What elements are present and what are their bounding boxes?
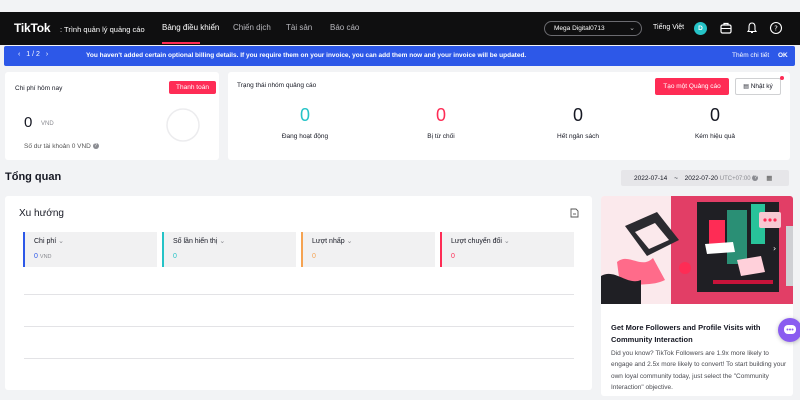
timezone-label: UTC+07:00 <box>719 176 751 182</box>
metric-cost-accent <box>23 232 25 267</box>
chevron-down-icon[interactable]: ⌄ <box>219 238 225 245</box>
metric-clicks-label-text: Lượt nhấp <box>312 238 345 245</box>
promo-card[interactable]: › Get More Followers and Profile Visits … <box>601 196 793 396</box>
account-balance-text: Số dư tài khoản 0 VND <box>24 143 91 150</box>
metric-conversions-accent <box>440 232 442 267</box>
add-details-link[interactable]: Thêm chi tiết <box>732 52 769 59</box>
metric-impressions-accent <box>162 232 164 267</box>
export-icon[interactable] <box>570 208 579 218</box>
stat-underperforming-label: Kém hiệu quả <box>694 133 736 140</box>
metric-cost-value: 0 <box>34 253 38 260</box>
account-selector[interactable]: Mega Digital0713 ⌄ <box>544 21 642 36</box>
activity-log-label: Nhật ký <box>750 83 773 90</box>
metric-clicks-value: 0 <box>312 253 316 260</box>
promo-body: Did you know? TikTok Followers are 1.9x … <box>611 350 787 391</box>
activity-log-button[interactable]: ▤ Nhật ký <box>735 78 781 95</box>
account-balance: Số dư tài khoản 0 VND ? <box>24 143 99 150</box>
notification-dot <box>780 76 784 80</box>
overview-heading: Tổng quan <box>5 171 62 183</box>
today-cost-title: Chi phí hôm nay <box>15 85 63 92</box>
help-icon[interactable]: ? <box>769 21 783 35</box>
metric-conversions-value: 0 <box>451 253 455 260</box>
chevron-right-icon[interactable]: › <box>46 51 48 58</box>
metric-cost[interactable]: Chi phí ⌄ 0 VND <box>23 232 157 267</box>
date-separator: ~ <box>674 175 678 182</box>
chevron-down-icon[interactable]: ⌄ <box>58 238 64 245</box>
stat-rejected-label: Bị từ chối <box>427 133 455 140</box>
chart-gridline <box>24 358 574 359</box>
metric-impressions[interactable]: Số lần hiển thị ⌄ 0 <box>162 232 296 267</box>
active-nav-indicator <box>162 42 200 44</box>
chevron-down-icon[interactable]: ⌄ <box>504 238 510 245</box>
language-selector[interactable]: Tiếng Việt <box>653 24 684 31</box>
stat-budget-exhausted-count[interactable]: 0 <box>538 105 618 126</box>
chat-icon <box>784 325 796 334</box>
adgroup-status-title: Trạng thái nhóm quảng cáo <box>237 82 317 89</box>
chart-gridline <box>24 294 574 295</box>
log-icon: ▤ <box>743 84 749 90</box>
top-navigation-bar: TikTok : Trình quản lý quảng cáo Bảng đi… <box>0 12 800 45</box>
trend-title: Xu hướng <box>19 208 64 219</box>
nav-dashboard[interactable]: Bảng điều khiển <box>162 23 219 32</box>
banner-message: You haven't added certain optional billi… <box>86 52 527 59</box>
promo-illustration: › <box>601 196 793 304</box>
metric-clicks-label: Lượt nhấp ⌄ <box>312 237 352 245</box>
chevron-down-icon[interactable]: ⌄ <box>347 238 353 245</box>
metric-clicks-accent <box>301 232 303 267</box>
trend-card: Xu hướng <box>5 196 592 390</box>
metric-clicks[interactable]: Lượt nhấp ⌄ 0 <box>301 232 435 267</box>
chevron-left-icon[interactable]: ‹ <box>18 51 20 58</box>
metric-cost-label-text: Chi phí <box>34 238 57 245</box>
nav-campaigns[interactable]: Chiến dịch <box>233 23 271 32</box>
stat-underperforming-count[interactable]: 0 <box>675 105 755 126</box>
today-cost-unit: VND <box>41 121 54 127</box>
date-start: 2022-07-14 <box>634 175 668 182</box>
nav-assets[interactable]: Tài sản <box>286 23 312 32</box>
metric-cost-label: Chi phí ⌄ <box>34 237 64 245</box>
stat-budget-exhausted-label: Hết ngân sách <box>557 133 599 140</box>
create-ad-button[interactable]: Tạo một Quảng cáo <box>655 78 729 95</box>
date-range-picker[interactable]: 2022-07-14 ~ 2022-07-20 UTC+07:00 ? ▦ <box>621 170 789 186</box>
stat-active-count[interactable]: 0 <box>265 105 345 126</box>
metric-cost-value-group: 0 VND <box>34 253 52 260</box>
tiktok-logo[interactable]: TikTok <box>14 21 51 35</box>
info-icon[interactable]: ? <box>92 143 99 150</box>
svg-text:?: ? <box>774 25 778 33</box>
billing-notice-banner: ‹ 1 / 2 › You haven't added certain opti… <box>4 46 795 66</box>
app-subtitle: : Trình quản lý quảng cáo <box>60 25 145 34</box>
cost-ring-chart <box>166 108 200 142</box>
metric-impressions-label-text: Số lần hiển thị <box>173 238 218 245</box>
metric-impressions-label: Số lần hiển thị ⌄ <box>173 237 225 245</box>
promo-title: Get More Followers and Profile Visits wi… <box>611 323 761 344</box>
adgroup-status-card: Trạng thái nhóm quảng cáo Tạo một Quảng … <box>228 72 790 160</box>
metric-conversions-label-text: Lượt chuyển đổi <box>451 238 502 245</box>
chat-support-button[interactable] <box>778 318 800 342</box>
metric-conversions[interactable]: Lượt chuyển đổi ⌄ 0 <box>440 232 574 267</box>
banner-ok-button[interactable]: OK <box>778 52 788 59</box>
metric-impressions-value: 0 <box>173 253 177 260</box>
bell-icon[interactable] <box>745 21 759 35</box>
today-cost-amount: 0 <box>24 114 33 131</box>
banner-pager[interactable]: ‹ 1 / 2 › <box>18 51 48 58</box>
account-name: Mega Digital0713 <box>554 25 605 32</box>
metric-cost-unit: VND <box>39 254 52 260</box>
briefcase-icon[interactable] <box>719 21 733 35</box>
today-cost-card: Chi phí hôm nay Thanh toán 0 VND Số dư t… <box>5 72 219 160</box>
stat-rejected-count[interactable]: 0 <box>401 105 481 126</box>
pager-text: 1 / 2 <box>26 51 40 58</box>
metric-conversions-label: Lượt chuyển đổi ⌄ <box>451 237 510 245</box>
avatar[interactable]: D <box>694 22 707 35</box>
timezone-info-icon[interactable]: ? <box>752 175 759 182</box>
pay-button[interactable]: Thanh toán <box>169 81 216 94</box>
calendar-icon[interactable]: ▦ <box>766 175 772 182</box>
nav-reports[interactable]: Báo cáo <box>330 23 359 32</box>
stat-active-label: Đang hoạt động <box>281 133 329 140</box>
date-end: 2022-07-20 <box>684 175 718 182</box>
chart-gridline <box>24 326 574 327</box>
chevron-down-icon: ⌄ <box>629 25 635 32</box>
svg-text:›: › <box>773 244 776 253</box>
